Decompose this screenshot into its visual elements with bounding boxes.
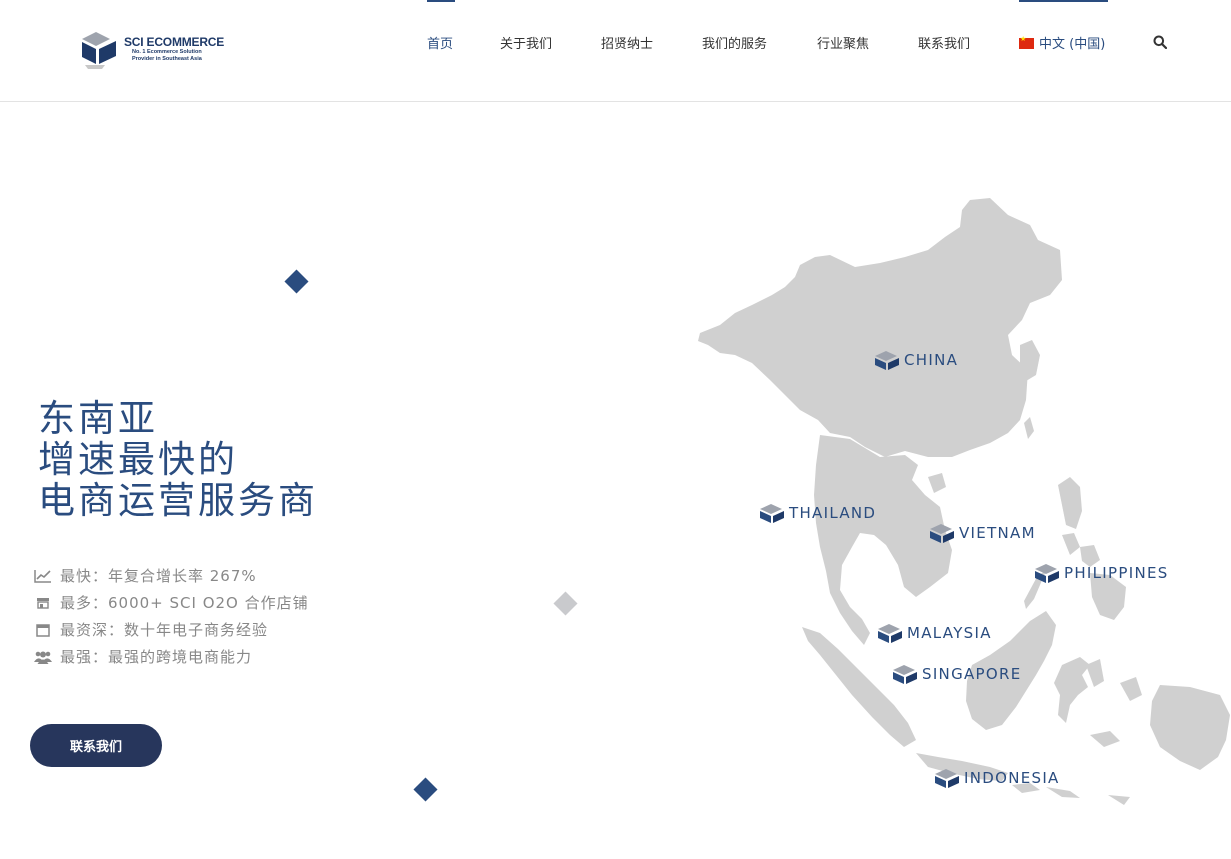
cube-marker-icon — [875, 351, 899, 370]
country-label: MALAYSIA — [907, 624, 992, 642]
map-marker-indonesia[interactable]: INDONESIA — [935, 768, 1060, 788]
nav-language-indicator — [1019, 0, 1108, 2]
country-label: CHINA — [904, 351, 959, 369]
calendar-icon — [34, 622, 52, 638]
country-label: SINGAPORE — [922, 665, 1022, 683]
feature-item: 最资深：数十年电子商务经验 — [34, 616, 309, 643]
language-label: 中文 (中国) — [1039, 37, 1106, 52]
cube-marker-icon — [893, 665, 917, 684]
map-marker-singapore[interactable]: SINGAPORE — [893, 664, 1022, 684]
country-label: PHILIPPINES — [1064, 564, 1169, 582]
feature-text: 最多：6000+ SCI O2O 合作店铺 — [60, 594, 309, 612]
nav-item-careers[interactable]: 招贤纳士 — [601, 33, 653, 52]
brand-name: SCI ECOMMERCE — [124, 35, 225, 49]
decorative-diamond — [413, 777, 438, 802]
country-label: INDONESIA — [964, 769, 1060, 787]
brand-tagline-1: No. 1 Ecommerce Solution — [132, 49, 202, 55]
contact-us-button[interactable]: 联系我们 — [30, 724, 162, 767]
feature-item: 最强：最强的跨境电商能力 — [34, 643, 309, 670]
feature-list: 最快：年复合增长率 267% 最多：6000+ SCI O2O 合作店铺 最资深… — [34, 562, 309, 670]
language-switcher[interactable]: 中文 (中国) — [1019, 33, 1105, 52]
map-marker-vietnam[interactable]: VIETNAM — [930, 523, 1036, 543]
map-marker-malaysia[interactable]: MALAYSIA — [878, 623, 992, 643]
nav-item-about[interactable]: 关于我们 — [500, 33, 552, 52]
china-flag-icon — [1019, 35, 1034, 49]
map-marker-china[interactable]: CHINA — [875, 350, 958, 370]
hero-title-line-1: 东南亚 — [38, 397, 158, 440]
nav-item-services[interactable]: 我们的服务 — [702, 33, 767, 52]
cube-marker-icon — [930, 524, 954, 543]
brand-tagline: No. 1 Ecommerce Solution Provider in Sou… — [132, 49, 202, 62]
feature-text: 最快：年复合增长率 267% — [60, 567, 257, 585]
feature-item: 最多：6000+ SCI O2O 合作店铺 — [34, 589, 309, 616]
country-label: THAILAND — [789, 504, 877, 522]
feature-text: 最强：最强的跨境电商能力 — [60, 648, 253, 666]
nav-item-contact[interactable]: 联系我们 — [918, 33, 970, 52]
feature-text: 最资深：数十年电子商务经验 — [60, 621, 269, 639]
cube-marker-icon — [760, 504, 784, 523]
nav-item-home[interactable]: 首页 — [427, 33, 453, 52]
site-header: SCI ECOMMERCE No. 1 Ecommerce Solution P… — [0, 0, 1231, 102]
cube-marker-icon — [1035, 564, 1059, 583]
nav-active-indicator — [427, 0, 455, 2]
chart-icon — [34, 568, 52, 584]
search-icon[interactable] — [1153, 35, 1167, 49]
brand-logo[interactable]: SCI ECOMMERCE No. 1 Ecommerce Solution P… — [80, 30, 240, 72]
brand-tagline-2: Provider in Southeast Asia — [132, 55, 202, 62]
cube-logo-icon — [82, 32, 116, 69]
hero-title-line-2: 增速最快的 — [38, 438, 238, 481]
decorative-diamond — [553, 591, 578, 616]
cube-marker-icon — [878, 624, 902, 643]
users-icon — [34, 649, 52, 665]
store-icon — [34, 595, 52, 611]
hero-title: 东南亚 增速最快的 电商运营服务商 — [38, 398, 318, 521]
country-label: VIETNAM — [959, 524, 1036, 542]
map-marker-philippines[interactable]: PHILIPPINES — [1035, 563, 1169, 583]
map-marker-thailand[interactable]: THAILAND — [760, 503, 876, 523]
hero-title-line-3: 电商运营服务商 — [38, 479, 318, 522]
cube-marker-icon — [935, 769, 959, 788]
feature-item: 最快：年复合增长率 267% — [34, 562, 309, 589]
nav-item-industry[interactable]: 行业聚焦 — [817, 33, 869, 52]
decorative-diamond — [284, 269, 309, 294]
